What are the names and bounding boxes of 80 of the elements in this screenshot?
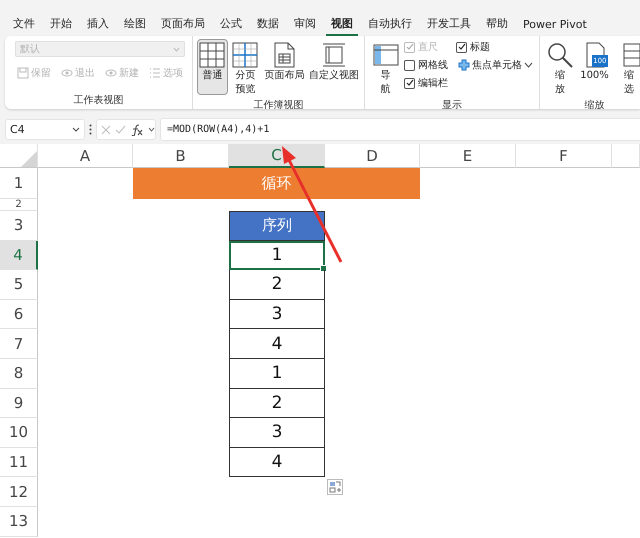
menu-tab[interactable]: 文件 — [8, 13, 40, 36]
pane-icon — [372, 42, 398, 68]
column-header[interactable]: B — [133, 144, 229, 168]
row-header[interactable]: 8 — [0, 358, 38, 389]
function-icon[interactable] — [130, 124, 144, 136]
navigation-button[interactable]: 导 航 — [369, 39, 402, 99]
grid-icon — [199, 42, 226, 68]
menu-tab[interactable]: 页面布局 — [156, 13, 210, 36]
checkbox[interactable] — [456, 42, 467, 52]
save-icon — [17, 67, 29, 79]
eye-icon — [61, 67, 73, 79]
list-icon — [149, 67, 161, 79]
caret-icon[interactable] — [148, 127, 155, 132]
column-header[interactable]: A — [38, 144, 133, 168]
menu-tab[interactable]: 自动执行 — [363, 13, 417, 36]
table-cell[interactable]: 2 — [229, 388, 325, 418]
check-icon[interactable] — [115, 124, 126, 134]
magnifier-icon — [546, 42, 573, 68]
group-title: 显示 — [441, 99, 463, 109]
caret-icon — [72, 127, 80, 132]
checkbox[interactable] — [404, 78, 415, 88]
menu-tab[interactable]: Power Pivot — [518, 15, 592, 36]
column-header[interactable]: D — [325, 144, 420, 168]
row-header[interactable]: 4 — [0, 240, 38, 270]
cross-icon — [458, 59, 470, 71]
row-header[interactable]: 1 — [0, 168, 38, 199]
fill-handle[interactable] — [320, 265, 327, 272]
name-box[interactable]: C4 — [5, 119, 85, 140]
row-header[interactable]: 6 — [0, 300, 38, 330]
table-cell[interactable]: 1 — [229, 240, 325, 270]
menu-tab[interactable]: 开发工具 — [422, 13, 476, 36]
column-header[interactable]: C — [229, 144, 325, 168]
group-title: 工作表视图 — [72, 94, 124, 108]
row-header[interactable]: 7 — [0, 329, 38, 359]
checkbox-label[interactable]: 网格线 — [418, 58, 448, 72]
checkbox[interactable] — [404, 60, 415, 70]
check-mark-icon — [406, 79, 414, 87]
menu-tab[interactable]: 公式 — [215, 13, 247, 36]
eye-icon — [105, 67, 117, 79]
menu-tab[interactable]: 绘图 — [119, 13, 151, 36]
table-cell[interactable]: 1 — [229, 358, 325, 389]
grid-icon — [232, 42, 258, 68]
checkbox-label[interactable]: 编辑栏 — [418, 76, 448, 90]
menu-tab[interactable]: 数据 — [252, 13, 284, 36]
frame-icon — [321, 42, 347, 68]
check-mark-icon — [406, 43, 414, 51]
column-header[interactable]: E — [420, 144, 516, 168]
menu-tab[interactable]: 插入 — [82, 13, 114, 36]
row-header[interactable]: 11 — [0, 448, 38, 478]
row-header[interactable]: 10 — [0, 418, 38, 448]
ribbon-button[interactable]: 缩 放 — [544, 39, 576, 99]
header-cell[interactable]: 序列 — [229, 211, 325, 241]
ribbon-button[interactable]: 普通 — [197, 39, 228, 95]
column-header[interactable]: F — [516, 144, 612, 168]
table-cell[interactable]: 2 — [229, 270, 325, 300]
row-header[interactable]: 2 — [0, 199, 38, 211]
caret-icon[interactable] — [524, 62, 533, 68]
ribbon-button[interactable]: 缩 选 — [613, 39, 640, 99]
menu-tab[interactable]: 审阅 — [289, 13, 321, 36]
checkbox-label[interactable]: 标题 — [470, 40, 490, 54]
row-header[interactable]: 13 — [0, 506, 38, 537]
formula-field[interactable]: =MOD(ROW(A4),4)+1 — [160, 118, 640, 141]
caret-icon — [173, 46, 180, 52]
ribbon-button[interactable]: 分页 预览 — [230, 39, 261, 99]
table-cell[interactable]: 3 — [229, 418, 325, 448]
menu-tab[interactable]: 帮助 — [481, 13, 513, 36]
ribbon-button[interactable]: 自定义视图 — [308, 39, 360, 85]
check-mark-icon — [458, 43, 466, 51]
focus-cell-button[interactable]: 焦点单元格 — [456, 57, 535, 73]
dots-icon[interactable] — [89, 124, 92, 135]
row-header[interactable]: 5 — [0, 270, 38, 300]
table-cell[interactable]: 3 — [229, 300, 325, 330]
quick-analysis-icon[interactable] — [327, 479, 343, 496]
row-header[interactable]: 12 — [0, 477, 38, 507]
menu-tab[interactable]: 开始 — [45, 13, 77, 36]
table-cell[interactable]: 4 — [229, 448, 325, 478]
ribbon-button[interactable]: 页面布局 — [262, 39, 306, 85]
group-title: 工作簿视图 — [252, 99, 304, 109]
row-header[interactable]: 9 — [0, 388, 38, 418]
table-cell[interactable]: 4 — [229, 329, 325, 359]
